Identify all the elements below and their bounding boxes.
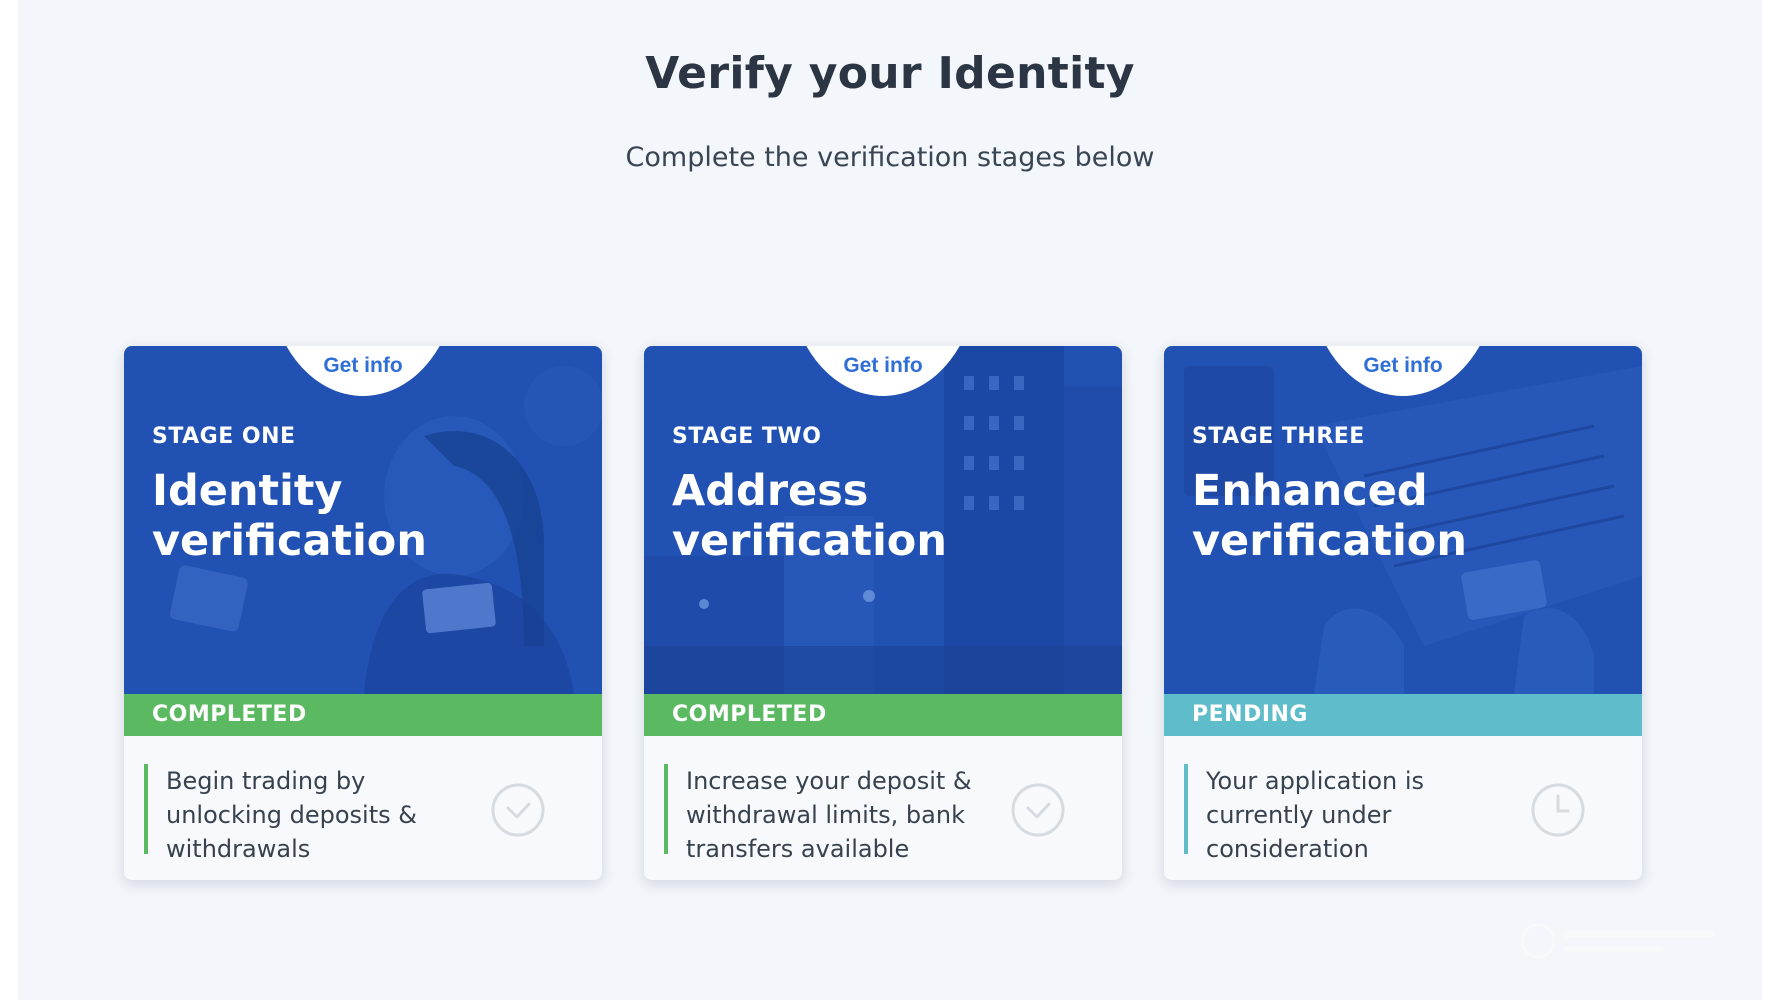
stage-one-title: Identity verification bbox=[152, 466, 427, 566]
stage-one-label: STAGE ONE bbox=[152, 424, 296, 449]
stage-three-card: Get info STAGE THREE Enhanced verificati… bbox=[1164, 346, 1642, 880]
stage-three-label: STAGE THREE bbox=[1192, 424, 1365, 449]
stage-one-status-badge: COMPLETED bbox=[124, 694, 602, 736]
stage-three-title: Enhanced verification bbox=[1192, 466, 1467, 566]
stage-one-card: Get info STAGE ONE Identity verification… bbox=[124, 346, 602, 880]
clock-icon bbox=[1531, 783, 1585, 837]
stage-three-description: Your application is currently under cons… bbox=[1206, 767, 1425, 863]
verification-page: Verify your Identity Complete the verifi… bbox=[18, 0, 1762, 1000]
stage-two-label: STAGE TWO bbox=[672, 424, 822, 449]
check-circle-icon bbox=[491, 783, 545, 837]
stage-two-card: Get info STAGE TWO Address verification … bbox=[644, 346, 1122, 880]
stage-three-description-block: Your application is currently under cons… bbox=[1184, 764, 1514, 863]
stage-two-description-block: Increase your deposit & withdrawal limit… bbox=[664, 764, 994, 863]
stage-three-hero: Get info STAGE THREE Enhanced verificati… bbox=[1164, 346, 1642, 694]
stage-three-status-badge: PENDING bbox=[1164, 694, 1642, 736]
stage-two-title: Address verification bbox=[672, 466, 947, 566]
stage-one-hero: Get info STAGE ONE Identity verification bbox=[124, 346, 602, 694]
stage-one-description: Begin trading by unlocking deposits & wi… bbox=[166, 767, 417, 863]
stage-one-description-block: Begin trading by unlocking deposits & wi… bbox=[144, 764, 474, 863]
page-title: Verify your Identity bbox=[645, 48, 1135, 99]
watermark-logo-icon bbox=[1520, 923, 1714, 959]
page-subtitle: Complete the verification stages below bbox=[625, 142, 1155, 173]
stage-two-description: Increase your deposit & withdrawal limit… bbox=[686, 767, 972, 863]
check-circle-icon bbox=[1011, 783, 1065, 837]
stage-two-status-badge: COMPLETED bbox=[644, 694, 1122, 736]
stage-two-hero: Get info STAGE TWO Address verification bbox=[644, 346, 1122, 694]
